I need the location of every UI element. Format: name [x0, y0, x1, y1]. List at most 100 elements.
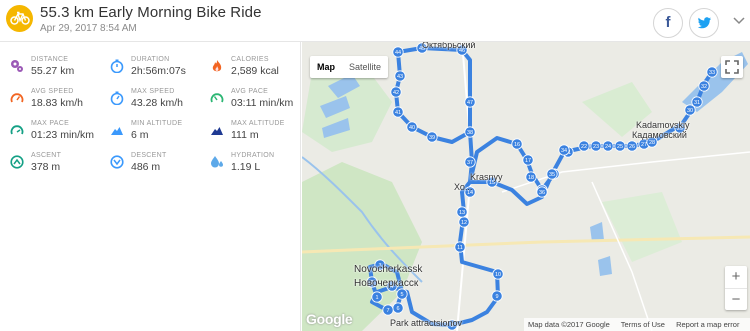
stat-label: ASCENT	[31, 152, 62, 159]
stat-label: CALORIES	[231, 56, 269, 63]
route-marker[interactable]: 9	[491, 290, 503, 302]
route-marker[interactable]: 44	[392, 46, 404, 58]
map-type-map-button[interactable]: Map	[310, 56, 342, 78]
route-marker-label: 9	[495, 294, 498, 300]
stat-label: AVG SPEED	[31, 88, 74, 95]
stat-value: 01:23 min/km	[31, 129, 95, 141]
route-marker-label: 33	[709, 70, 715, 76]
route-marker[interactable]: 13	[456, 206, 468, 218]
route-marker[interactable]: 7	[382, 304, 394, 316]
speedometer-icon	[210, 93, 224, 103]
route-marker[interactable]: 35	[546, 168, 558, 180]
route-map[interactable]: 1234567891011121314151617181920212223242…	[302, 42, 750, 331]
route-marker[interactable]: 24	[602, 140, 614, 152]
stat-label: DESCENT	[131, 152, 167, 159]
mountain-icon	[111, 127, 123, 135]
route-marker[interactable]: 37	[464, 156, 476, 168]
speedometer-icon	[10, 125, 24, 135]
place-label: Krasnyy	[470, 172, 503, 182]
twitter-icon	[697, 17, 711, 29]
route-marker-label: 42	[393, 90, 399, 96]
place-label: Октябрьский	[422, 42, 476, 50]
route-marker[interactable]: 23	[590, 140, 602, 152]
fullscreen-icon	[725, 60, 739, 74]
route-marker-label: 39	[429, 135, 435, 141]
route-marker-label: 44	[395, 50, 401, 56]
route-marker[interactable]: 33	[706, 66, 718, 78]
route-marker-label: 24	[605, 144, 611, 150]
place-label: Park attractsionov	[390, 318, 463, 328]
route-marker[interactable]: 10	[492, 268, 504, 280]
route-marker[interactable]: 26	[626, 140, 638, 152]
twitter-share-button[interactable]	[689, 8, 719, 38]
activity-header: 55.3 km Early Morning Bike Ride Apr 29, …	[0, 0, 750, 42]
zoom-out-button[interactable]: −	[725, 288, 747, 310]
route-marker-label: 23	[593, 144, 599, 150]
mountain-icon	[211, 127, 223, 135]
activity-page: 55.3 km Early Morning Bike Ride Apr 29, …	[0, 0, 750, 331]
stat-label: MAX PACE	[31, 120, 70, 127]
fullscreen-button[interactable]	[721, 56, 743, 78]
route-marker[interactable]: 34	[558, 144, 570, 156]
stat-distance: DISTANCE 55.27 km	[10, 56, 110, 82]
route-marker-label: 11	[457, 245, 463, 251]
stat-value: 18.83 km/h	[31, 97, 83, 109]
route-marker[interactable]: 31	[691, 96, 703, 108]
route-marker-label: 6	[396, 306, 399, 312]
route-marker[interactable]: 42	[390, 86, 402, 98]
route-marker[interactable]: 6	[392, 302, 404, 314]
route-marker-label: 16	[514, 142, 520, 148]
route-marker[interactable]: 1	[371, 291, 383, 303]
waypoints-icon	[11, 60, 23, 72]
zoom-in-button[interactable]: +	[725, 266, 747, 288]
route-marker-label: 18	[528, 175, 534, 181]
map-type-satellite-button[interactable]: Satellite	[342, 56, 388, 78]
route-marker[interactable]: 41	[392, 106, 404, 118]
route-marker[interactable]: 16	[511, 138, 523, 150]
route-marker[interactable]: 12	[458, 216, 470, 228]
route-marker[interactable]: 17	[522, 154, 534, 166]
route-marker-label: 27	[641, 142, 647, 148]
stopwatch-icon	[110, 91, 124, 105]
route-marker[interactable]: 25	[614, 140, 626, 152]
route-marker[interactable]: 5	[396, 288, 408, 300]
stat-value: 03:11 min/km	[231, 97, 294, 109]
stat-max-speed: MAX SPEED 43.28 km/h	[110, 88, 210, 114]
stat-value: 6 m	[131, 129, 149, 141]
route-marker[interactable]: 36	[536, 186, 548, 198]
route-marker[interactable]: 11	[454, 241, 466, 253]
report-map-error-link[interactable]: Report a map error	[676, 320, 739, 329]
route-marker[interactable]: 43	[394, 70, 406, 82]
stat-value: 111 m	[231, 129, 259, 141]
stat-avg-pace: AVG PACE 03:11 min/km	[210, 88, 310, 114]
route-marker[interactable]: 47	[464, 96, 476, 108]
route-marker[interactable]: 40	[406, 121, 418, 133]
route-marker-label: 36	[539, 190, 545, 196]
stat-value: 2,589 kcal	[231, 65, 279, 77]
route-marker[interactable]: 39	[426, 131, 438, 143]
route-marker-label: 43	[397, 74, 403, 80]
descent-icon	[110, 155, 124, 169]
chevron-down-icon[interactable]	[733, 17, 745, 25]
route-marker-label: 37	[467, 160, 473, 166]
route-marker-label: 13	[459, 210, 465, 216]
route-marker[interactable]: 18	[525, 171, 537, 183]
place-label: Kadamovskiy	[636, 120, 690, 130]
route-marker-label: 17	[525, 158, 531, 164]
route-marker[interactable]: 38	[464, 126, 476, 138]
facebook-share-button[interactable]: f	[653, 8, 683, 38]
zoom-control: + −	[725, 266, 747, 310]
stat-max-altitude: MAX ALTITUDE 111 m	[210, 120, 310, 146]
route-marker-label: 12	[461, 220, 467, 226]
terms-of-use-link[interactable]: Terms of Use	[621, 320, 665, 329]
route-marker[interactable]: 32	[698, 80, 710, 92]
stat-label: HYDRATION	[231, 152, 275, 159]
stat-label: MAX SPEED	[131, 88, 175, 95]
stopwatch-icon	[110, 59, 124, 73]
route-marker[interactable]: 22	[578, 140, 590, 152]
google-logo: Google	[306, 311, 353, 327]
route-marker-label: 7	[386, 308, 389, 314]
stat-max-pace: MAX PACE 01:23 min/km	[10, 120, 110, 146]
stat-avg-speed: AVG SPEED 18.83 km/h	[10, 88, 110, 114]
route-marker-label: 31	[694, 100, 700, 106]
